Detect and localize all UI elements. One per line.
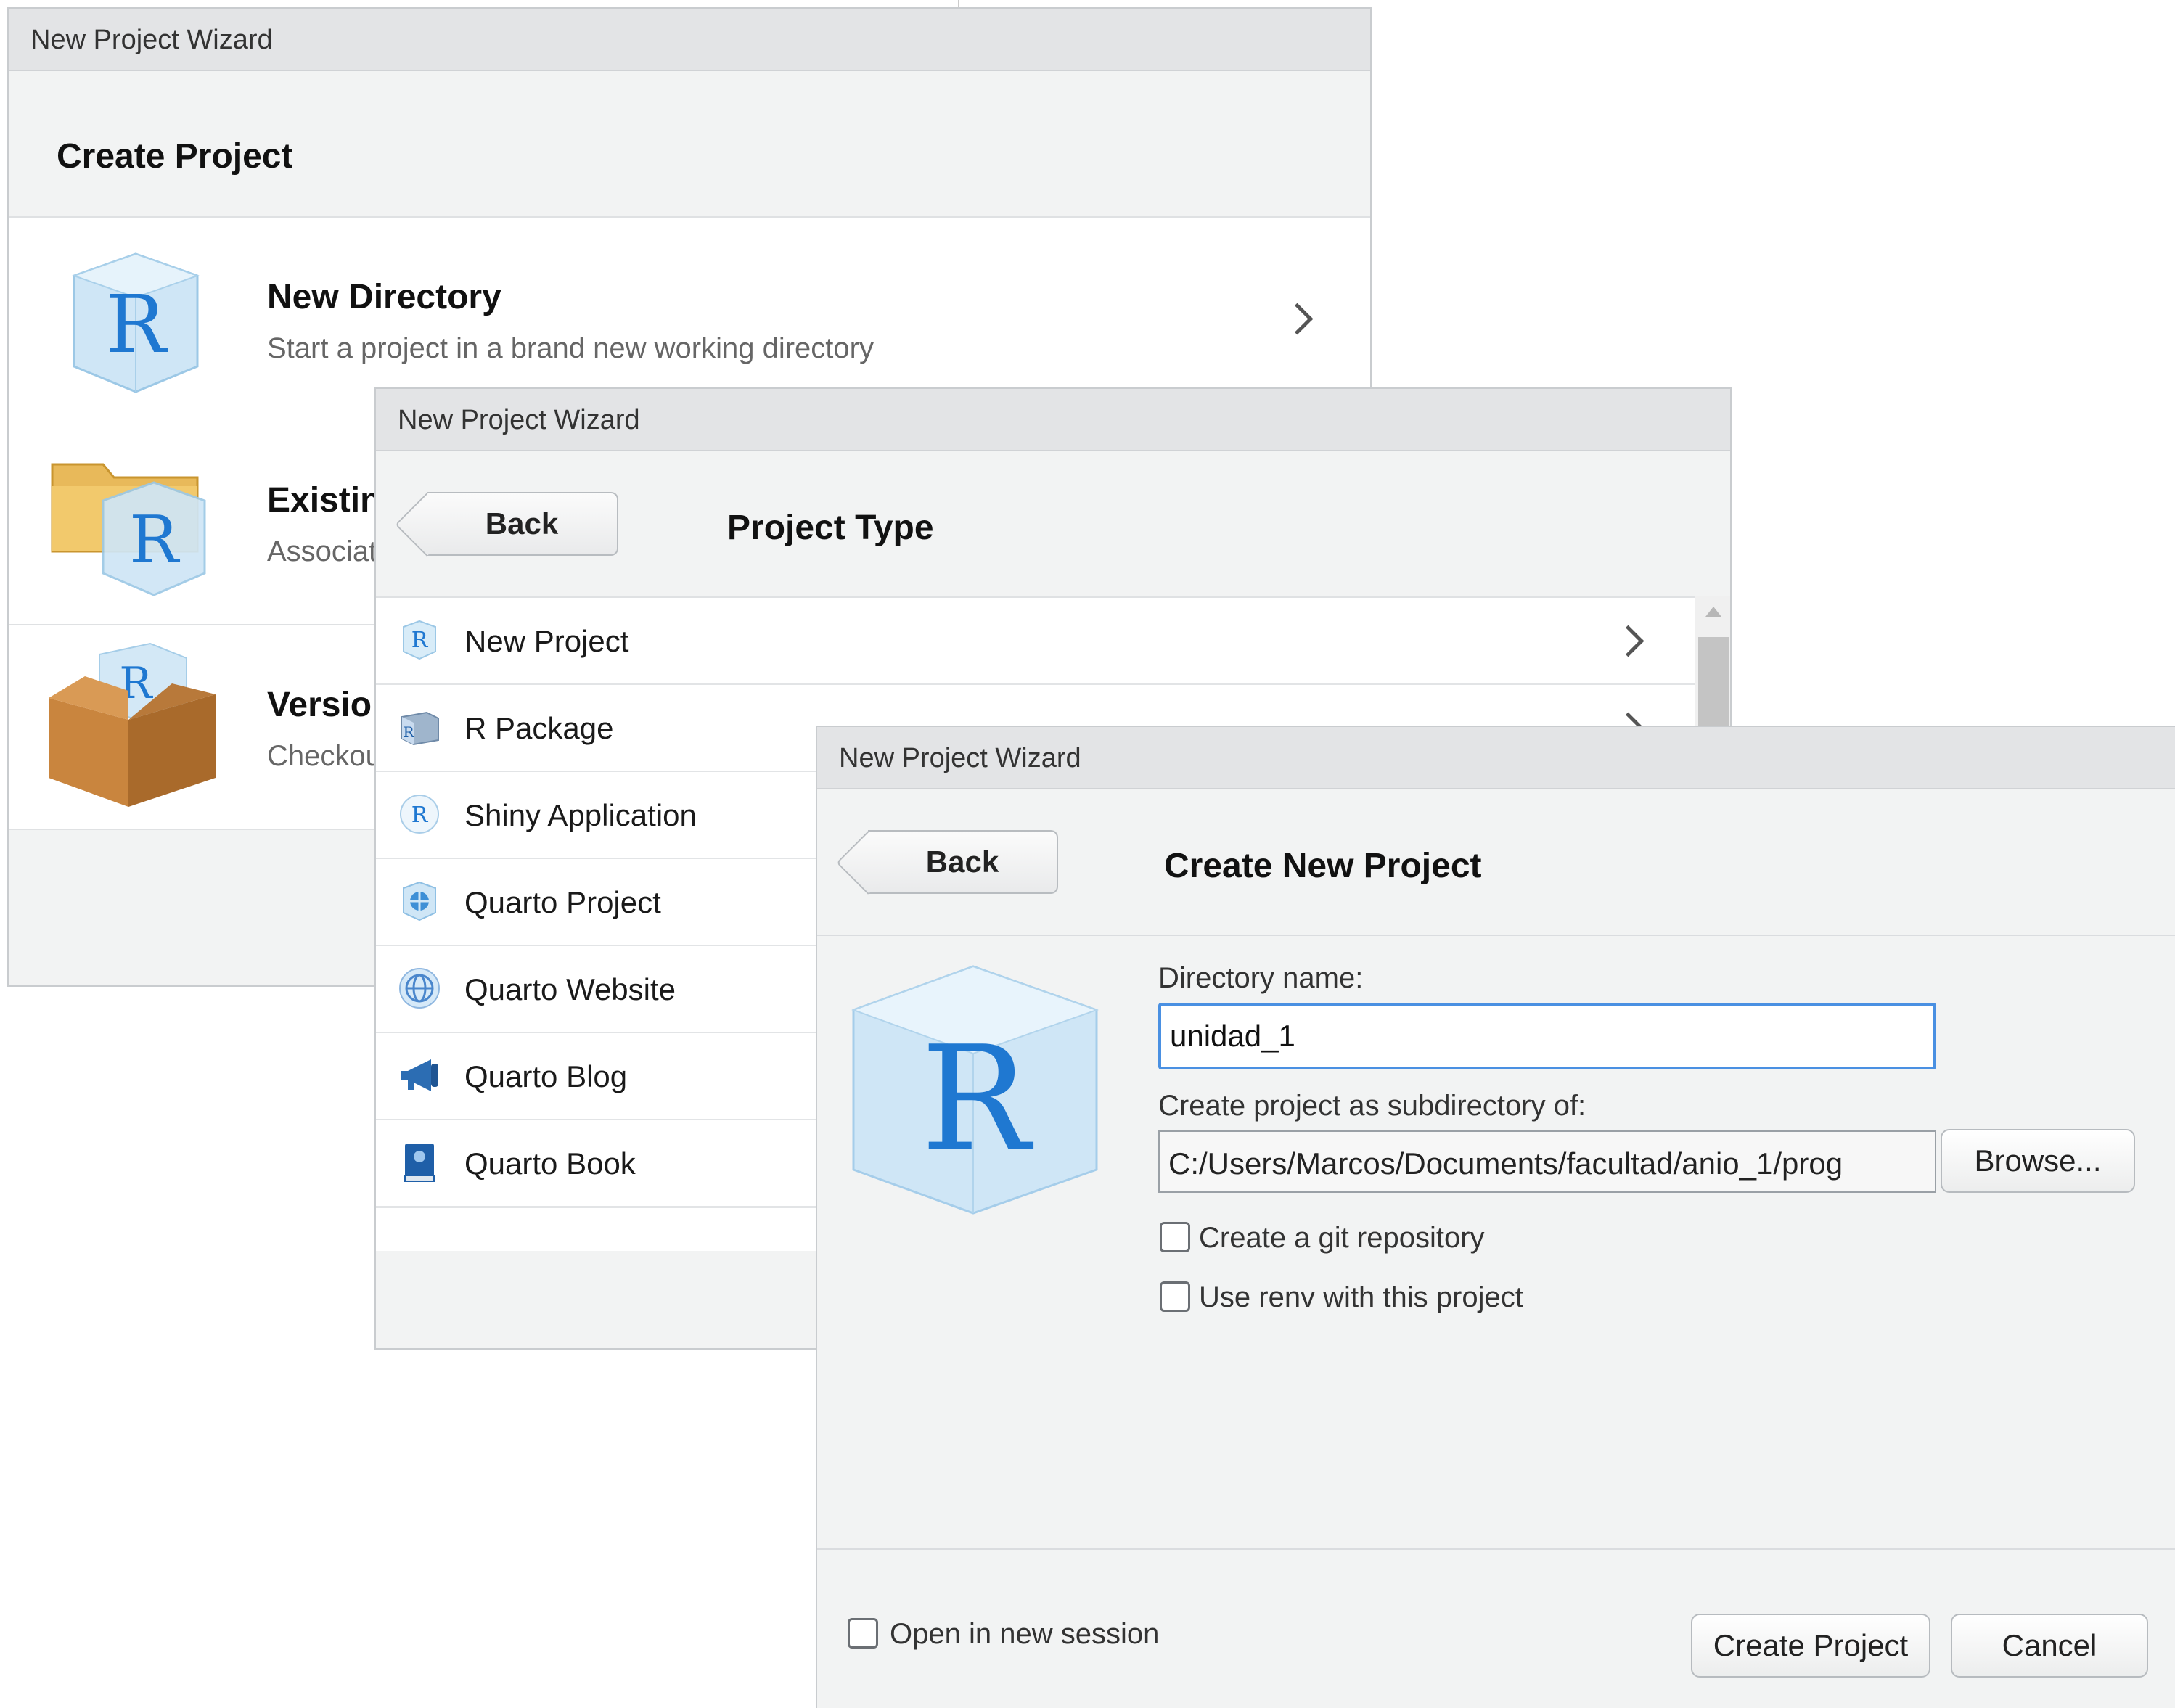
list-item-label: Quarto Website	[464, 972, 676, 1006]
browse-button[interactable]: Browse...	[1941, 1129, 2135, 1193]
create-new-project-dialog: New Project Wizard Back Create New Proje…	[816, 726, 2175, 1708]
option-title: New Directory	[267, 278, 501, 316]
chevron-right-icon	[1281, 303, 1314, 335]
list-item-label: R Package	[464, 711, 614, 745]
renv-checkbox[interactable]	[1160, 1281, 1190, 1312]
book-icon	[404, 1144, 435, 1182]
folder-r-icon: R	[51, 463, 206, 596]
window-title: New Project Wizard	[398, 405, 640, 435]
title-bar: New Project Wizard	[376, 389, 1730, 451]
svg-text:R: R	[411, 802, 429, 828]
list-item-label: Quarto Book	[464, 1146, 636, 1181]
svg-text:R: R	[411, 628, 429, 653]
option-title: Existin	[267, 481, 382, 520]
back-button-label: Back	[925, 845, 999, 879]
box-r-icon: R	[49, 642, 216, 807]
scroll-up-arrow-icon[interactable]	[1705, 607, 1721, 617]
chevron-right-icon	[1612, 625, 1644, 657]
new-session-label: Open in new session	[890, 1618, 1160, 1650]
svg-text:R: R	[403, 723, 414, 741]
option-description: Associat	[267, 535, 377, 567]
svg-text:R: R	[106, 278, 168, 371]
shiny-icon: R	[400, 795, 439, 834]
r-cube-icon: R	[71, 252, 200, 393]
header-divider	[817, 935, 2175, 936]
r-cube-small-icon: R	[403, 620, 436, 660]
list-item-new-project[interactable]: R New Project	[376, 598, 1715, 686]
page-title: Create New Project	[1164, 847, 1482, 885]
back-button-label: Back	[485, 506, 559, 541]
list-item-label: Quarto Blog	[464, 1059, 628, 1093]
cancel-button[interactable]: Cancel	[1951, 1614, 2148, 1678]
footer-divider	[817, 1548, 2175, 1550]
list-item-label: Shiny Application	[464, 798, 697, 832]
subdirectory-path-field[interactable]: C:/Users/Marcos/Documents/facultad/anio_…	[1158, 1130, 1936, 1193]
r-package-icon: R	[401, 711, 439, 746]
git-repository-checkbox[interactable]	[1160, 1222, 1190, 1252]
list-item-label: New Project	[464, 624, 629, 658]
directory-name-label: Directory name:	[1158, 962, 1364, 994]
window-title: New Project Wizard	[839, 743, 1081, 773]
subdirectory-path-value: C:/Users/Marcos/Documents/facultad/anio_…	[1168, 1146, 1843, 1181]
svg-text:R: R	[921, 1015, 1034, 1184]
megaphone-icon	[401, 1059, 438, 1091]
svg-text:R: R	[129, 502, 180, 578]
subdirectory-label: Create project as subdirectory of:	[1158, 1090, 1586, 1122]
option-title: Versio	[267, 686, 372, 724]
renv-label: Use renv with this project	[1199, 1281, 1523, 1313]
create-project-button[interactable]: Create Project	[1691, 1614, 1930, 1678]
option-description: Checkou	[267, 740, 382, 772]
globe-icon	[399, 968, 440, 1009]
list-item-label: Quarto Project	[464, 885, 661, 919]
r-cube-icon: R	[851, 965, 1099, 1215]
directory-name-input[interactable]	[1158, 1003, 1936, 1069]
window-title: New Project Wizard	[30, 25, 273, 55]
page-title: Create Project	[57, 137, 293, 176]
page-title: Project Type	[727, 509, 934, 547]
title-bar: New Project Wizard	[9, 9, 1370, 71]
git-repository-label: Create a git repository	[1199, 1222, 1485, 1254]
option-description: Start a project in a brand new working d…	[267, 332, 874, 364]
back-button[interactable]: Back	[868, 830, 1058, 894]
background-editor-fragment	[958, 0, 981, 7]
quarto-project-icon	[403, 881, 436, 921]
back-button[interactable]: Back	[427, 492, 618, 556]
title-bar: New Project Wizard	[817, 727, 2175, 789]
new-session-checkbox[interactable]	[848, 1618, 878, 1649]
